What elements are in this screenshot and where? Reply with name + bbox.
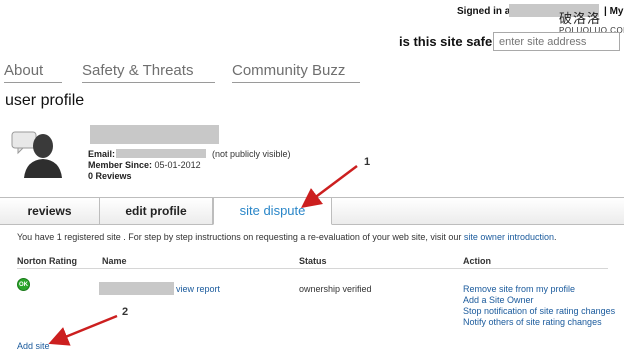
arrow-to-add-site	[48, 314, 118, 346]
annotation-arrows	[48, 165, 358, 346]
arrow-to-site-dispute	[301, 165, 358, 208]
